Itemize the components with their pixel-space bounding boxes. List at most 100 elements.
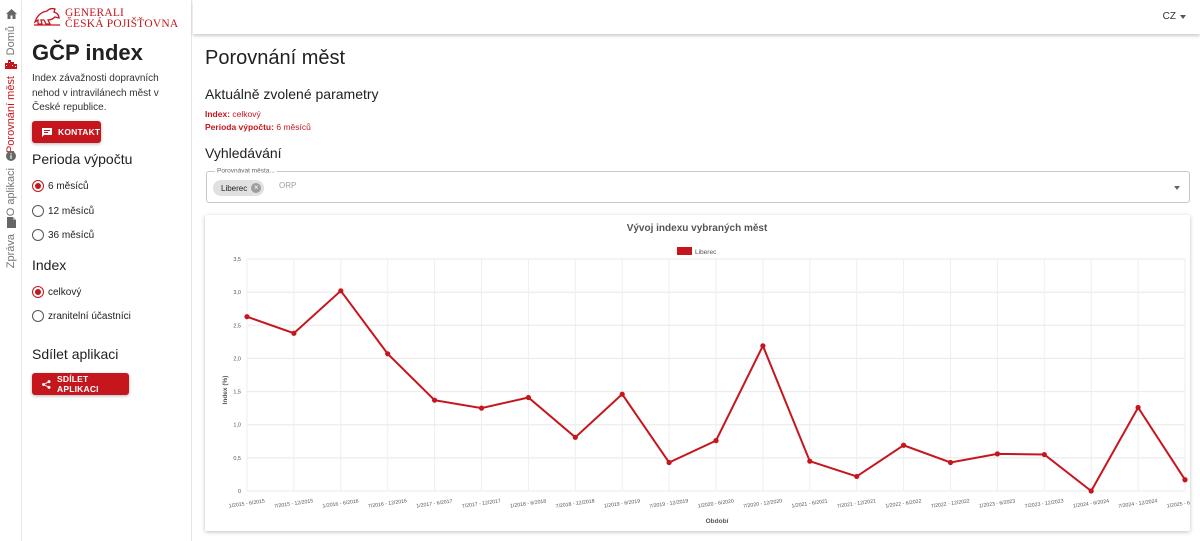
contact-button[interactable]: KONTAKT [32, 121, 101, 143]
data-point [760, 343, 766, 349]
y-axis-label: Index (%) [222, 376, 229, 405]
data-point [525, 394, 531, 401]
generali-logo[interactable]: GENERALI ČESKÁ POJIŠŤOVNA [33, 6, 178, 31]
rail-label-report: Zpráva [5, 234, 17, 269]
param-period: Perioda výpočtu: 6 měsíců [205, 122, 311, 132]
language-value: CZ [1162, 11, 1176, 22]
nav-rail: Domů Porovnání měst O aplikaci Zpráva [0, 0, 22, 541]
x-tick-label: 7/2018 - 12/2018 [555, 498, 595, 509]
data-point [901, 442, 907, 448]
data-point [385, 351, 391, 357]
x-tick-label: 7/2016 - 12/2016 [368, 498, 408, 509]
city-icon [0, 56, 22, 72]
share-icon [42, 379, 51, 389]
chip-remove-icon[interactable]: × [251, 183, 262, 193]
data-point [619, 391, 625, 397]
logo-line-1: GENERALI [65, 6, 125, 19]
index-option-label: celkový [48, 286, 82, 298]
x-tick-label: 7/2015 - 12/2015 [274, 498, 314, 509]
legend-swatch [677, 247, 692, 255]
data-point [1135, 404, 1141, 411]
x-tick-label: 7/2022 - 12/2022 [931, 498, 971, 509]
data-point [947, 459, 954, 466]
rail-label-about: O aplikaci [5, 168, 17, 217]
app-description: Index závažnosti dopravních nehod v intr… [32, 73, 159, 113]
rail-item-compare[interactable]: Porovnání měst [0, 56, 22, 153]
logo-line-2: ČESKÁ POJIŠŤOVNA [65, 17, 179, 30]
info-icon [0, 148, 22, 164]
x-tick-label: 1/2016 - 6/2016 [322, 498, 359, 509]
x-tick-label: 1/2020 - 6/2020 [697, 498, 734, 509]
data-point [291, 330, 297, 336]
city-chip: Liberec × [213, 180, 265, 196]
y-tick-label: 2,0 [233, 356, 241, 362]
search-input[interactable] [279, 181, 1079, 190]
report-icon [0, 214, 22, 230]
share-button[interactable]: SDÍLET APLIKACI [32, 373, 129, 395]
index-option-vulnerable[interactable]: zranitelní účastníci [32, 310, 131, 322]
chart-ticks: 0 0,5 1,0 1,5 2,0 2,5 3,0 3,5 1/2015 - 6/2015 7/2… [228, 257, 1190, 510]
x-tick-label: 1/2023 - 6/2023 [979, 498, 1016, 509]
data-point [994, 451, 1001, 457]
period-option-label: 12 měsíců [48, 205, 95, 217]
x-tick-label: 7/2020 - 12/2020 [743, 498, 783, 509]
rail-item-report[interactable]: Zpráva [0, 214, 22, 268]
x-tick-label: 1/2018 - 6/2018 [510, 498, 547, 509]
top-bar: CZ [193, 0, 1200, 34]
data-point [338, 288, 344, 294]
period-option-label: 36 měsíců [48, 229, 95, 241]
radio-checked-icon [32, 180, 44, 192]
period-option-12[interactable]: 12 měsíců [32, 205, 94, 217]
y-tick-label: 1,5 [233, 390, 241, 396]
x-tick-label: 1/2015 - 6/2015 [228, 498, 265, 509]
language-select[interactable]: CZ [1163, 11, 1186, 22]
x-tick-label: 1/2021 - 6/2021 [791, 498, 828, 509]
y-tick-label: 0,5 [233, 456, 241, 462]
index-option-total[interactable]: celkový [32, 286, 81, 298]
home-icon [0, 6, 22, 22]
rail-item-about[interactable]: O aplikaci [0, 148, 22, 216]
radio-unchecked-icon [32, 229, 44, 241]
x-tick-label: 1/2024 - 6/2024 [1073, 498, 1110, 509]
search-field-label: Porovnávat města... [215, 167, 277, 175]
data-point [666, 459, 672, 466]
share-button-label: SDÍLET APLIKACI [57, 374, 99, 394]
chart-legend[interactable]: Liberec [677, 247, 717, 256]
app-title: GČP index [32, 40, 143, 65]
y-tick-label: 3,5 [233, 257, 241, 263]
y-tick-label: 0 [238, 489, 241, 495]
dropdown-caret-icon[interactable] [1174, 186, 1180, 190]
x-tick-label: 1/2025 - 6/2025 [1166, 498, 1190, 509]
x-tick-label: 7/2024 - 12/2024 [1118, 498, 1158, 509]
param-index-label: Index: [205, 109, 231, 119]
x-tick-label: 1/2022 - 6/2022 [885, 498, 922, 509]
param-period-label: Perioda výpočtu: [205, 122, 274, 132]
data-point [807, 458, 813, 464]
search-title: Vyhledávání [205, 145, 282, 161]
rail-item-home[interactable]: Domů [0, 6, 22, 55]
rail-label-home: Domů [5, 26, 17, 56]
data-point [1088, 488, 1094, 494]
data-point [432, 397, 438, 403]
x-tick-label: 7/2021 - 12/2021 [837, 498, 877, 509]
period-option-6[interactable]: 6 měsíců [32, 180, 89, 192]
params-title: Aktuálně zvolené parametry [205, 86, 379, 102]
period-option-36[interactable]: 36 měsíců [32, 229, 94, 241]
city-search-field[interactable]: Porovnávat města... Liberec × [206, 167, 1190, 203]
param-index: Index: celkový [205, 109, 261, 119]
data-point [244, 314, 250, 320]
chart-title: Vývoj indexu vybraných měst [627, 223, 768, 234]
radio-unchecked-icon [32, 310, 44, 322]
param-index-value: celkový [232, 109, 261, 119]
x-tick-label: 1/2019 - 6/2019 [604, 498, 641, 509]
y-tick-label: 1,0 [233, 423, 241, 429]
x-axis-label: Období [706, 518, 729, 525]
param-period-value: 6 měsíců [276, 122, 311, 132]
radio-unchecked-icon [32, 205, 44, 217]
lion-logo-icon [33, 6, 61, 31]
data-point [1182, 477, 1188, 483]
data-point [572, 434, 578, 440]
message-icon [42, 127, 52, 137]
contact-button-label: KONTAKT [58, 127, 101, 137]
x-tick-label: 7/2017 - 12/2017 [462, 498, 502, 509]
